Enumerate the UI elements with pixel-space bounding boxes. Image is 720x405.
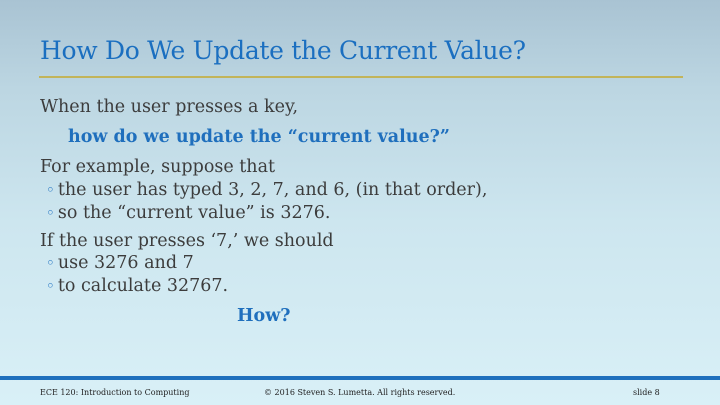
slide-title: How Do We Update the Current Value? bbox=[40, 36, 526, 65]
body-line-2-emphasis: how do we update the “current value?” bbox=[68, 127, 450, 147]
bullet-item-current-value: so the “current value” is 3276. bbox=[46, 203, 330, 223]
bullet-text: to calculate 32767. bbox=[57, 276, 229, 296]
how-question: How? bbox=[237, 306, 291, 326]
bullet-circle-icon bbox=[46, 180, 58, 200]
bullet-text: use 3276 and 7 bbox=[57, 253, 194, 273]
title-divider bbox=[39, 76, 683, 78]
bullet-text: so the “current value” is 3276. bbox=[57, 203, 331, 223]
body-line-6: If the user presses ‘7,’ we should bbox=[40, 231, 334, 251]
bullet-circle-icon bbox=[46, 276, 58, 296]
body-line-3: For example, suppose that bbox=[40, 157, 276, 177]
bullet-item-use: use 3276 and 7 bbox=[46, 253, 194, 273]
bullet-circle-icon bbox=[46, 253, 58, 273]
bullet-text: the user has typed 3, 2, 7, and 6, (in t… bbox=[57, 180, 488, 200]
footer-copyright: © 2016 Steven S. Lumetta. All rights res… bbox=[264, 388, 456, 397]
footer-bar bbox=[0, 376, 720, 380]
bullet-item-calculate: to calculate 32767. bbox=[46, 276, 228, 296]
body-line-1: When the user presses a key, bbox=[40, 97, 299, 117]
bullet-circle-icon bbox=[46, 203, 58, 223]
bullet-item-typed: the user has typed 3, 2, 7, and 6, (in t… bbox=[46, 180, 487, 200]
footer-course: ECE 120: Introduction to Computing bbox=[40, 388, 190, 397]
footer-slide-number: slide 8 bbox=[633, 388, 660, 397]
